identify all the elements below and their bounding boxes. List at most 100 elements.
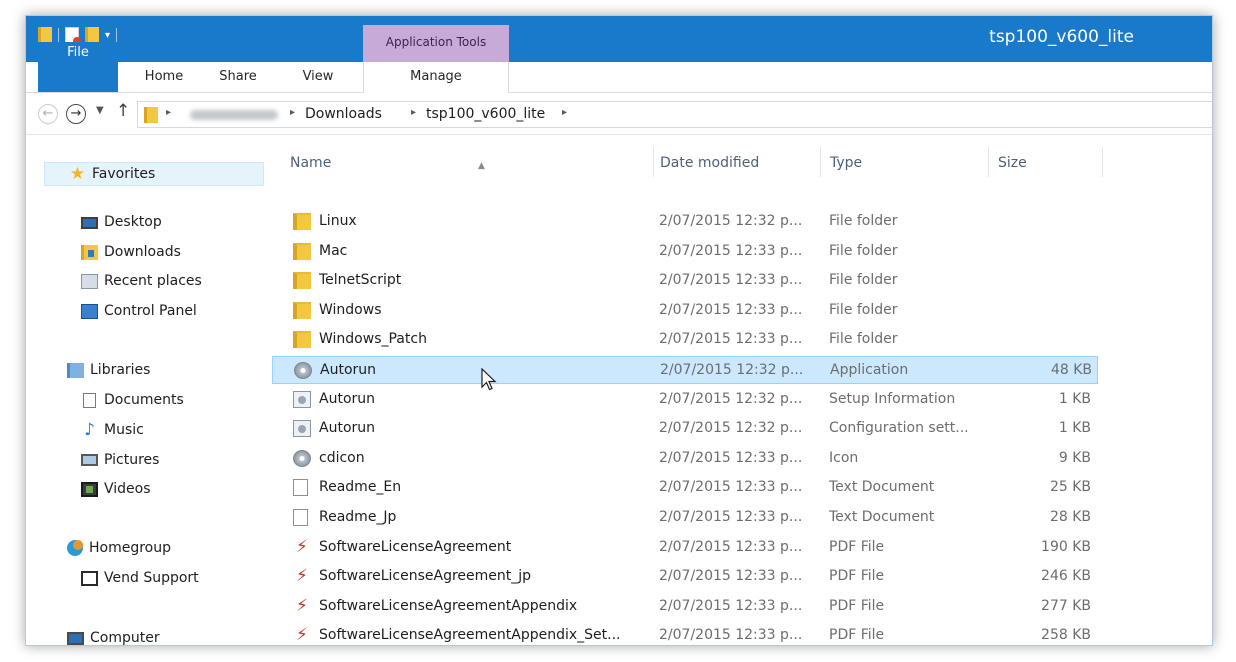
- file-type: File folder: [829, 213, 898, 229]
- nav-item-recent-places[interactable]: Recent places: [81, 269, 202, 293]
- file-name: Readme_En: [319, 479, 402, 495]
- folder-icon[interactable]: [38, 27, 52, 43]
- nav-favorites[interactable]: ★ Favorites: [44, 162, 264, 186]
- breadcrumb-current[interactable]: tsp100_v600_lite: [426, 106, 545, 122]
- file-row[interactable]: TelnetScript 2/07/2015 12:33 p... File fol…: [272, 267, 1098, 295]
- file-date-modified: 2/07/2015 12:32 p...: [659, 420, 803, 436]
- file-row[interactable]: ⚡ SoftwareLicenseAgreement_jp 2/07/2015 12…: [272, 563, 1098, 591]
- nav-libraries-label: Libraries: [90, 362, 151, 378]
- file-type: File folder: [829, 243, 898, 259]
- nav-homegroup[interactable]: Homegroup: [67, 536, 171, 560]
- nav-item-downloads[interactable]: Downloads: [81, 240, 181, 264]
- file-row[interactable]: ⚡ SoftwareLicenseAgreementAppendix 2/07/20…: [272, 593, 1098, 621]
- chevron-right-icon[interactable]: ▸: [166, 107, 171, 118]
- file-type: File folder: [829, 302, 898, 318]
- libraries-icon: [67, 362, 84, 378]
- folder-icon: [144, 107, 158, 123]
- file-type: PDF File: [829, 598, 885, 614]
- breadcrumb-downloads[interactable]: Downloads: [305, 106, 382, 122]
- file-size: 258 KB: [1041, 627, 1091, 643]
- column-divider[interactable]: [820, 147, 821, 177]
- nav-item-desktop[interactable]: Desktop: [81, 210, 162, 234]
- tab-view[interactable]: View: [290, 62, 346, 93]
- back-button[interactable]: ←: [38, 104, 58, 124]
- tab-file-label: File: [67, 45, 89, 60]
- chevron-right-icon[interactable]: ▸: [562, 107, 567, 118]
- file-row[interactable]: Windows 2/07/2015 12:33 p... File folder: [272, 297, 1098, 325]
- tab-manage[interactable]: Manage: [363, 62, 509, 93]
- redacted-crumb[interactable]: [190, 110, 278, 120]
- folder-icon: [293, 331, 311, 348]
- new-folder-icon[interactable]: [85, 27, 99, 43]
- file-row[interactable]: Linux 2/07/2015 12:32 p... File folder: [272, 208, 1098, 236]
- file-name: Autorun: [319, 420, 376, 436]
- column-name-label: Name: [290, 155, 332, 171]
- column-divider[interactable]: [988, 147, 989, 177]
- nav-item-documents[interactable]: Documents: [81, 388, 184, 412]
- desktop-icon: [81, 217, 98, 229]
- control-panel-icon: [81, 303, 98, 319]
- file-row[interactable]: cdicon 2/07/2015 12:33 p... Icon 9 KB: [272, 445, 1098, 473]
- file-list: Name ▲ Date modified Type Size Linux 2/07…: [266, 135, 1212, 645]
- forward-button[interactable]: →: [66, 104, 86, 124]
- computer-icon: [67, 631, 84, 645]
- file-row[interactable]: ⚡ SoftwareLicenseAgreementAppendix_Set...…: [272, 622, 1098, 645]
- file-name: TelnetScript: [319, 272, 402, 288]
- file-size: 277 KB: [1041, 598, 1091, 614]
- nav-item-pictures[interactable]: Pictures: [81, 448, 159, 472]
- column-header-name[interactable]: Name ▲: [290, 155, 650, 179]
- file-type: File folder: [829, 331, 898, 347]
- up-button[interactable]: ↑: [116, 101, 130, 121]
- nav-computer[interactable]: Computer: [67, 626, 160, 645]
- column-header-date[interactable]: Date modified: [660, 155, 820, 179]
- address-bar-row: ← → ▼ ↑ ▸ ▸ Downloads ▸ tsp100_v600_lite…: [26, 93, 1212, 135]
- nav-item-videos[interactable]: Videos: [81, 477, 151, 501]
- file-name: Readme_Jp: [319, 509, 397, 525]
- folder-icon: [293, 243, 311, 260]
- nav-item-music[interactable]: ♪ Music: [81, 418, 144, 442]
- file-row[interactable]: Autorun 2/07/2015 12:32 p... Configuration…: [272, 415, 1098, 443]
- nav-item-label: Music: [104, 422, 144, 438]
- nav-item-vend-support[interactable]: Vend Support: [81, 566, 199, 590]
- recent-locations-chevron-icon[interactable]: ▼: [96, 105, 104, 116]
- column-divider[interactable]: [653, 147, 654, 177]
- file-row[interactable]: Autorun 2/07/2015 12:32 p... Application 48…: [272, 356, 1098, 384]
- file-date-modified: 2/07/2015 12:33 p...: [659, 598, 803, 614]
- star-icon: ★: [69, 163, 86, 184]
- application-tools-label: Application Tools: [385, 35, 487, 49]
- file-size: 1 KB: [1058, 420, 1091, 436]
- toolbar-separator: [58, 28, 59, 42]
- tab-file[interactable]: File: [38, 42, 118, 92]
- file-type: PDF File: [829, 539, 885, 555]
- nav-item-label: Pictures: [104, 452, 160, 468]
- customize-toolbar-icon[interactable]: ▾: [105, 30, 110, 41]
- file-row[interactable]: Readme_En 2/07/2015 12:33 p... Text Docume…: [272, 474, 1098, 502]
- nav-item-label: Downloads: [104, 244, 181, 260]
- file-row[interactable]: Readme_Jp 2/07/2015 12:33 p... Text Docume…: [272, 504, 1098, 532]
- sort-ascending-icon: ▲: [478, 161, 485, 171]
- file-name: Mac: [319, 243, 348, 259]
- downloads-icon: [81, 244, 98, 260]
- column-header-type[interactable]: Type: [830, 155, 980, 179]
- address-box[interactable]: ▸ ▸ Downloads ▸ tsp100_v600_lite ▸: [137, 101, 1212, 128]
- file-row[interactable]: Mac 2/07/2015 12:33 p... File folder: [272, 238, 1098, 266]
- chevron-right-icon[interactable]: ▸: [290, 107, 295, 118]
- file-type: Application: [830, 362, 909, 378]
- file-row[interactable]: Windows_Patch 2/07/2015 12:33 p... File fo…: [272, 326, 1098, 354]
- chevron-right-icon[interactable]: ▸: [411, 107, 416, 118]
- file-date-modified: 2/07/2015 12:32 p...: [660, 362, 804, 378]
- properties-icon[interactable]: [65, 27, 81, 45]
- tab-home[interactable]: Home: [134, 62, 194, 93]
- file-date-modified: 2/07/2015 12:33 p...: [659, 627, 803, 643]
- column-divider[interactable]: [1102, 147, 1103, 177]
- nav-libraries[interactable]: Libraries: [67, 358, 150, 382]
- nav-item-control-panel[interactable]: Control Panel: [81, 299, 197, 323]
- file-row[interactable]: Autorun 2/07/2015 12:32 p... Setup Informa…: [272, 386, 1098, 414]
- tab-share[interactable]: Share: [208, 62, 268, 93]
- nav-item-label: Videos: [104, 481, 151, 497]
- file-type: Setup Information: [829, 391, 956, 407]
- column-header-size[interactable]: Size: [998, 155, 1098, 179]
- file-type: Icon: [829, 450, 859, 466]
- file-row[interactable]: ⚡ SoftwareLicenseAgreement 2/07/2015 12:33…: [272, 534, 1098, 562]
- file-date-modified: 2/07/2015 12:32 p...: [659, 213, 803, 229]
